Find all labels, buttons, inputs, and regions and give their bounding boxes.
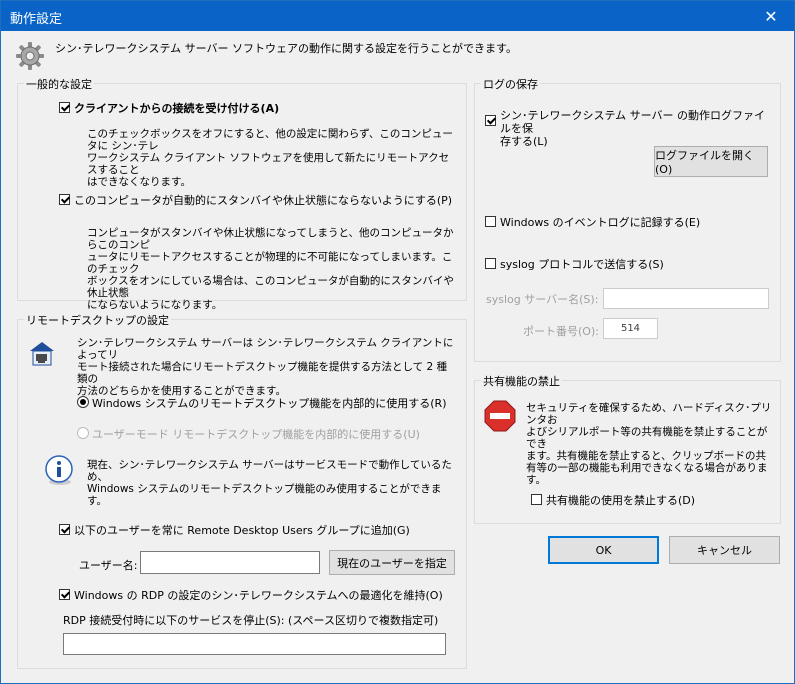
ok-button[interactable]: OK [548, 536, 659, 564]
log-legend: ログの保存 [481, 76, 540, 92]
port-input[interactable]: 514 [603, 318, 658, 339]
windows-rdp-label[interactable]: Windows システムのリモートデスクトップ機能を内部的に使用する(R) [92, 395, 447, 411]
syslog-server-input[interactable] [603, 288, 769, 309]
syslog-checkbox[interactable] [485, 258, 496, 269]
current-user-button[interactable]: 現在のユーザーを指定 [329, 550, 455, 575]
share-description: セキュリティを確保するため、ハードディスク･プリンタお よびシリアルポート等の共… [526, 402, 772, 486]
cancel-button[interactable]: キャンセル [669, 536, 780, 564]
syslog-label[interactable]: syslog プロトコルで送信する(S) [500, 256, 664, 272]
prevent-standby-checkbox[interactable] [59, 194, 70, 205]
eventlog-checkbox[interactable] [485, 216, 496, 227]
close-button[interactable]: ✕ [748, 1, 794, 31]
syslog-server-label: syslog サーバー名(S): [486, 293, 599, 306]
settings-dialog: 動作設定 ✕ シン･テレワークシステム サーバー ソフトウェアの動作に関する設定… [0, 0, 795, 684]
usermode-rdp-label[interactable]: ユーザーモード リモートデスクトップ機能を内部的に使用する(U) [92, 426, 420, 442]
add-rdp-users-checkbox[interactable] [59, 524, 70, 535]
gear-icon [15, 41, 45, 71]
accept-connections-label[interactable]: クライアントからの接続を受け付ける(A) [74, 100, 279, 116]
accept-connections-checkbox[interactable] [59, 102, 70, 113]
remote-desktop-icon [28, 339, 56, 367]
rdp-optimize-checkbox[interactable] [59, 589, 70, 600]
close-icon: ✕ [764, 6, 778, 26]
dialog-description: シン･テレワークシステム サーバー ソフトウェアの動作に関する設定を行うことがで… [55, 42, 517, 55]
username-label: ユーザー名: [79, 559, 138, 572]
general-settings-legend: 一般的な設定 [24, 76, 94, 92]
disable-sharing-label[interactable]: 共有機能の使用を禁止する(D) [546, 492, 695, 508]
share-legend: 共有機能の禁止 [481, 373, 562, 389]
disable-sharing-checkbox[interactable] [531, 494, 542, 505]
window-title: 動作設定 [10, 12, 63, 27]
title-bar: 動作設定 ✕ [1, 1, 794, 31]
username-input[interactable] [140, 551, 320, 574]
prevent-standby-description: コンピュータがスタンバイや休止状態になってしまうと、他のコンピュータからこのコン… [87, 227, 454, 311]
info-icon [43, 454, 75, 486]
add-rdp-users-label[interactable]: 以下のユーザーを常に Remote Desktop Users グループに追加(… [74, 522, 410, 538]
usermode-rdp-radio[interactable] [77, 427, 89, 439]
stop-icon [484, 400, 516, 432]
rdp-optimize-label[interactable]: Windows の RDP の設定のシン･テレワークシステムへの最適化を維持(O… [74, 587, 443, 603]
service-mode-info: 現在、シン･テレワークシステム サーバーはサービスモードで動作しているため、 W… [87, 459, 452, 507]
remote-desktop-legend: リモートデスクトップの設定 [24, 312, 171, 328]
open-log-button[interactable]: ログファイルを開く(O) [654, 146, 768, 177]
windows-rdp-radio[interactable] [77, 396, 89, 408]
remote-desktop-description: シン･テレワークシステム サーバーは シン･テレワークシステム クライアントによ… [77, 337, 454, 397]
port-label: ポート番号(O): [523, 325, 599, 338]
prevent-standby-label[interactable]: このコンピュータが自動的にスタンバイや休止状態にならないようにする(P) [74, 192, 452, 208]
stop-services-input[interactable] [63, 633, 446, 655]
eventlog-label[interactable]: Windows のイベントログに記録する(E) [500, 214, 700, 230]
log-file-label[interactable]: シン･テレワークシステム サーバー の動作ログファイルを保 存する(L) [500, 109, 770, 148]
accept-connections-description: このチェックボックスをオフにすると、他の設定に関わらず、このコンピュータに シン… [87, 128, 453, 188]
stop-services-label: RDP 接続受付時に以下のサービスを停止(S): (スペース区切りで複数指定可) [63, 614, 439, 627]
log-file-checkbox[interactable] [485, 115, 496, 126]
